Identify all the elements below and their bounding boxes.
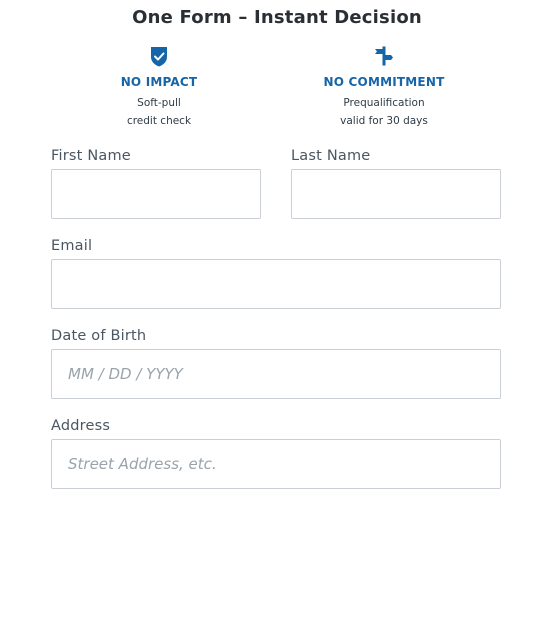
first-name-label: First Name: [51, 148, 131, 164]
feature-desc-line: Soft-pull: [137, 97, 181, 109]
last-name-label: Last Name: [291, 148, 371, 164]
address-input[interactable]: [51, 439, 501, 489]
feature-desc-line: Prequalification: [343, 97, 425, 109]
feature-description: Prequalification valid for 30 days: [284, 94, 484, 130]
first-name-input[interactable]: [51, 169, 261, 219]
shield-check-icon: [151, 47, 167, 67]
email-input[interactable]: [51, 259, 501, 309]
email-label: Email: [51, 238, 93, 254]
feature-title: NO COMMITMENT: [323, 75, 445, 89]
date-of-birth-label: Date of Birth: [51, 328, 147, 344]
signpost-icon: [375, 46, 393, 66]
feature-desc-line: valid for 30 days: [340, 115, 428, 127]
feature-description: Soft-pull credit check: [59, 94, 259, 130]
feature-desc-line: credit check: [126, 115, 192, 127]
date-of-birth-input[interactable]: [51, 349, 501, 399]
feature-no-commitment: NO COMMITMENT Prequalification valid for…: [284, 46, 484, 130]
feature-title: NO IMPACT: [120, 75, 198, 89]
address-label: Address: [51, 418, 111, 434]
feature-no-impact: NO IMPACT Soft-pull credit check: [59, 46, 259, 130]
last-name-input[interactable]: [291, 169, 501, 219]
page-title: One Form – Instant Decision: [132, 7, 422, 28]
